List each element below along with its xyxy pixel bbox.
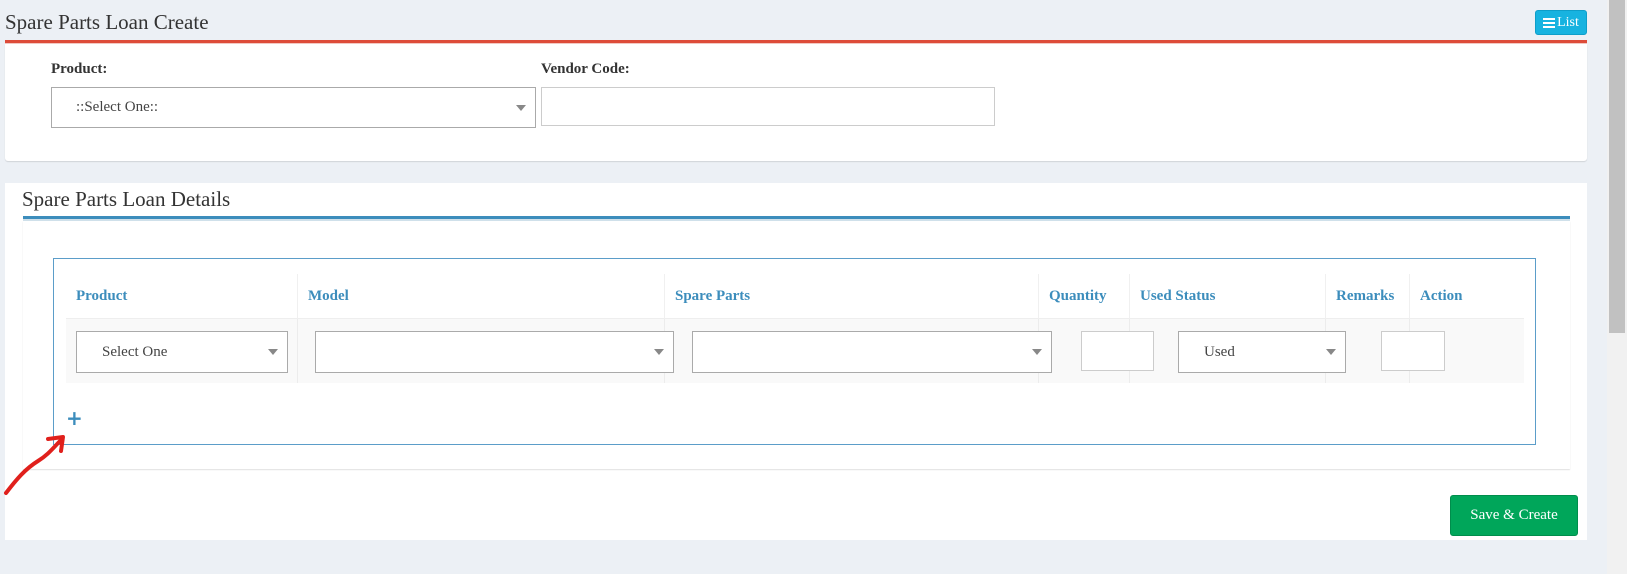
row-used-status-value: Used: [1204, 343, 1235, 360]
product-select[interactable]: ::Select One::: [51, 87, 536, 128]
column-header-spare-parts: Spare Parts: [664, 274, 1038, 319]
list-button-label: List: [1557, 14, 1579, 30]
product-label: Product:: [51, 61, 108, 77]
row-remarks-input[interactable]: [1381, 331, 1445, 371]
chevron-down-icon: [268, 349, 278, 355]
row-spare-parts-select[interactable]: [692, 331, 1052, 373]
column-header-remarks: Remarks: [1325, 274, 1409, 319]
page-title: Spare Parts Loan Create: [5, 10, 209, 34]
column-header-product: Product: [66, 274, 297, 319]
product-select-value: ::Select One::: [76, 99, 159, 115]
row-product-value: Select One: [102, 343, 168, 360]
column-header-action: Action: [1409, 274, 1524, 319]
vendor-code-label: Vendor Code:: [541, 61, 630, 77]
list-button[interactable]: List: [1535, 10, 1587, 35]
scrollbar-thumb[interactable]: [1609, 0, 1625, 333]
chevron-down-icon: [654, 349, 664, 355]
save-create-button[interactable]: Save & Create: [1450, 495, 1578, 536]
chevron-down-icon: [1326, 349, 1336, 355]
chevron-down-icon: [1032, 349, 1042, 355]
column-header-used-status: Used Status: [1129, 274, 1325, 319]
column-divider: [297, 319, 298, 383]
details-title: Spare Parts Loan Details: [22, 187, 231, 211]
row-quantity-input[interactable]: [1081, 331, 1154, 371]
row-model-select[interactable]: [315, 331, 674, 373]
row-used-status-select[interactable]: Used: [1178, 331, 1346, 373]
chevron-down-icon: [516, 104, 526, 111]
vendor-code-input[interactable]: [541, 87, 995, 126]
row-product-select[interactable]: Select One: [76, 331, 288, 373]
column-header-model: Model: [297, 274, 664, 319]
annotation-arrow-icon: [4, 435, 65, 495]
column-header-quantity: Quantity: [1038, 274, 1129, 319]
list-icon: [1543, 17, 1556, 28]
